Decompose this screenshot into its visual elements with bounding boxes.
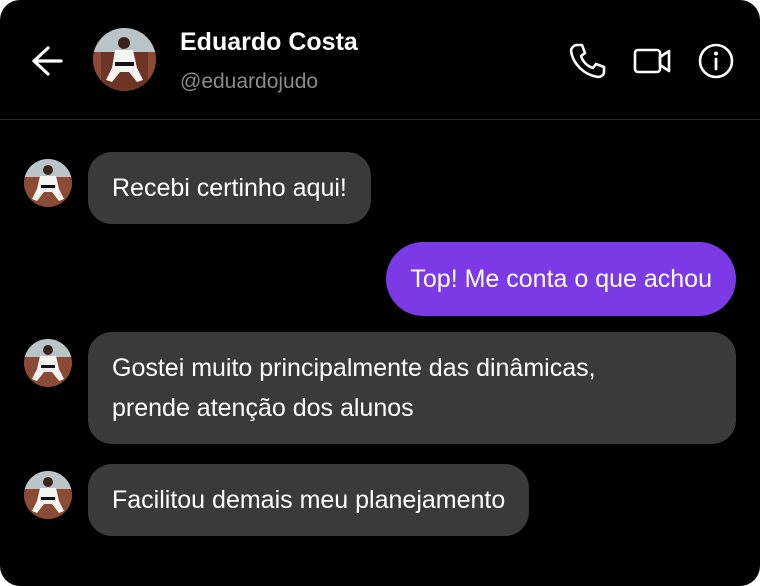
incoming-message-bubble[interactable]: Facilitou demais meu planejamento xyxy=(88,464,530,536)
back-button[interactable] xyxy=(28,44,64,78)
message-text: Recebi certinho aqui! xyxy=(112,174,347,202)
sender-avatar[interactable] xyxy=(24,159,72,207)
message-list[interactable]: Recebi certinho aqui! Top! Me conta o qu… xyxy=(0,120,760,586)
contact-handle: @eduardojudo xyxy=(180,70,319,93)
incoming-message-bubble[interactable]: Gostei muito principalmente das dinâmica… xyxy=(88,332,736,444)
message-text: Top! Me conta o que achou xyxy=(410,265,712,293)
incoming-message-bubble[interactable]: Recebi certinho aqui! xyxy=(88,152,371,224)
outgoing-message-bubble[interactable]: Top! Me conta o que achou xyxy=(386,242,736,316)
video-call-button[interactable] xyxy=(632,42,672,80)
sender-avatar[interactable] xyxy=(24,471,72,519)
sender-avatar[interactable] xyxy=(24,339,72,387)
contact-avatar[interactable] xyxy=(93,28,156,91)
message-text: Facilitou demais meu planejamento xyxy=(112,486,506,514)
arrow-left-icon xyxy=(32,46,63,76)
info-button[interactable] xyxy=(696,42,736,80)
contact-name[interactable]: Eduardo Costa xyxy=(180,28,358,57)
chat-header: Eduardo Costa @eduardojudo xyxy=(0,0,760,120)
video-camera-icon xyxy=(633,48,671,74)
info-icon xyxy=(698,43,734,79)
phone-icon xyxy=(569,43,606,79)
message-text: prende atenção dos alunos xyxy=(112,394,414,422)
call-button[interactable] xyxy=(567,42,607,80)
chat-window: Eduardo Costa @eduardojudo Recebi certin… xyxy=(0,0,760,586)
message-text: Gostei muito principalmente das dinâmica… xyxy=(112,354,596,382)
